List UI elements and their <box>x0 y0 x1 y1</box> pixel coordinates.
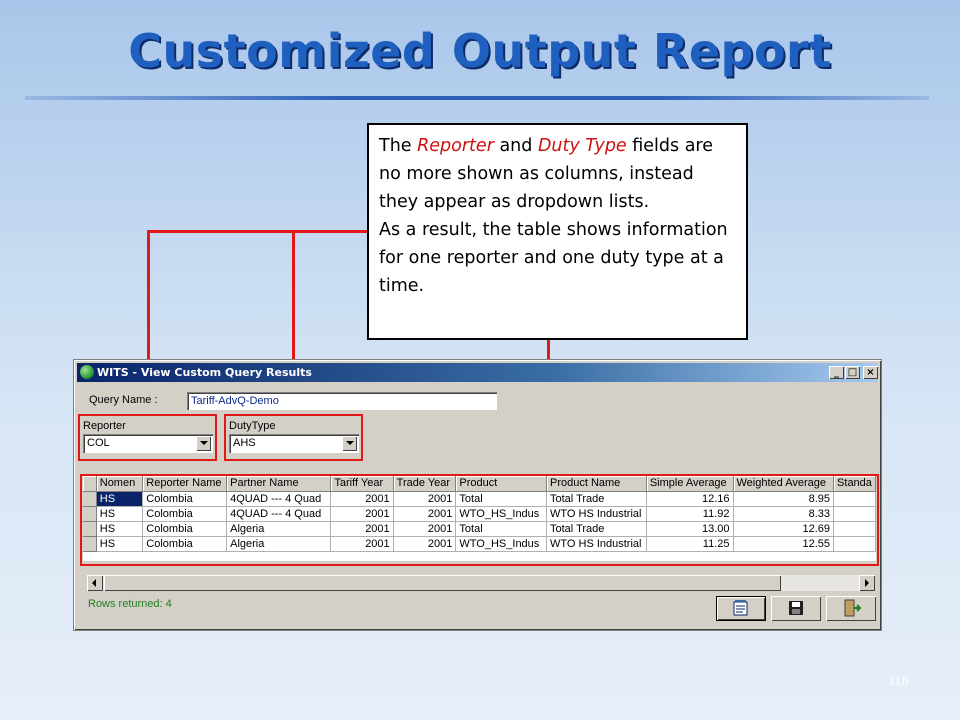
duty-type-highlight-box <box>224 414 363 461</box>
scroll-thumb[interactable] <box>104 575 781 591</box>
callout-reporter: Reporter <box>417 136 494 156</box>
title-underline <box>25 96 929 100</box>
reporter-highlight-box <box>78 414 217 461</box>
rows-returned-status: Rows returned: 4 <box>88 598 172 610</box>
page-number: 116 <box>888 674 909 689</box>
window-titlebar[interactable]: WITS - View Custom Query Results _ □ × <box>77 363 878 382</box>
slide-title: Customized Output Report <box>128 24 832 78</box>
window-title: WITS - View Custom Query Results <box>97 366 312 379</box>
query-name-label: Query Name : <box>89 394 158 406</box>
maximize-button[interactable]: □ <box>845 366 860 379</box>
callout-box: The Reporter and Duty Type fields are no… <box>367 123 748 340</box>
callout-duty-type: Duty Type <box>537 136 627 156</box>
minimize-button[interactable]: _ <box>829 366 844 379</box>
exit-button[interactable] <box>826 596 876 621</box>
callout-text: and <box>493 136 538 156</box>
save-button[interactable] <box>771 596 821 621</box>
globe-icon <box>80 365 94 379</box>
table-highlight-box <box>80 474 879 566</box>
scroll-right-button[interactable] <box>859 575 875 591</box>
arrow-left-icon <box>92 579 96 587</box>
callout-result-text: As a result, the table shows information… <box>379 220 728 296</box>
scroll-left-button[interactable] <box>87 575 103 591</box>
close-button[interactable]: × <box>863 366 878 379</box>
query-name-field[interactable]: Tariff-AdvQ-Demo <box>187 392 497 410</box>
notepad-button[interactable] <box>716 596 766 621</box>
save-icon <box>789 601 803 615</box>
exit-icon <box>844 599 862 617</box>
arrow-right-icon <box>865 579 869 587</box>
horizontal-scrollbar[interactable] <box>87 575 875 591</box>
connector-line <box>147 230 367 233</box>
notepad-icon <box>733 600 748 616</box>
callout-text: The <box>379 136 418 156</box>
